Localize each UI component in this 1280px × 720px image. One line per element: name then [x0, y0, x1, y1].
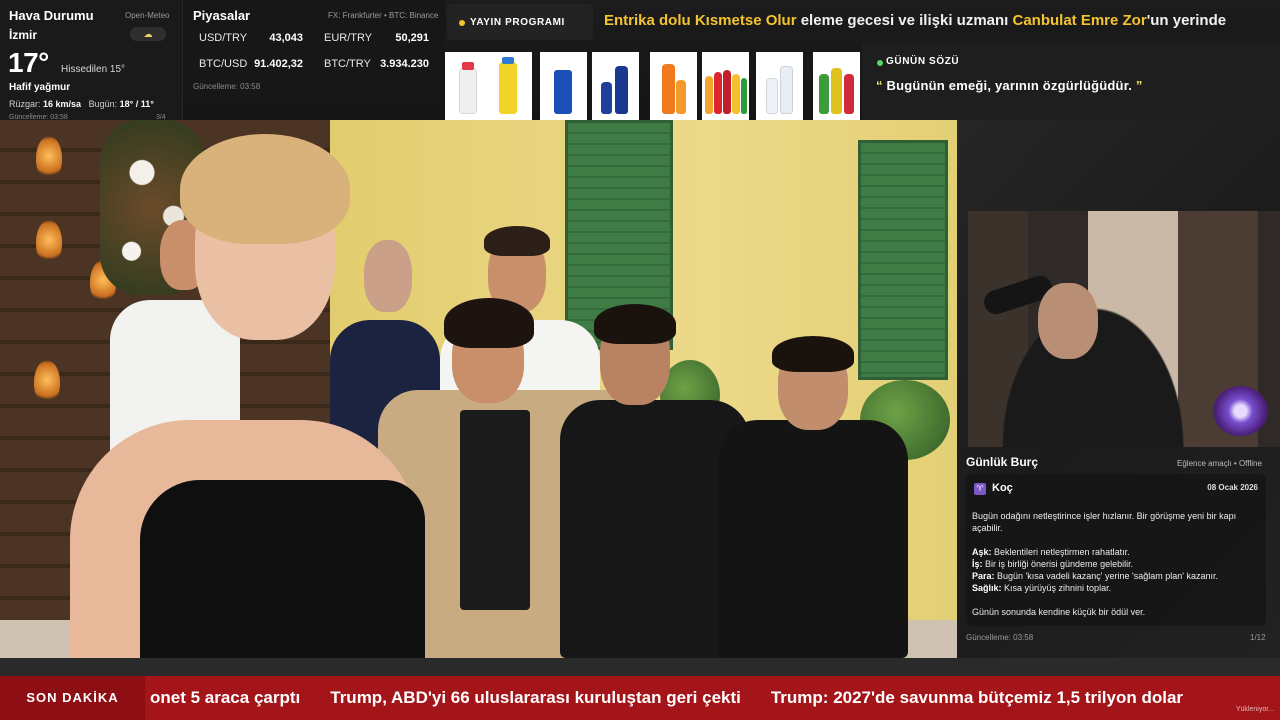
market-label-btcusd: BTC/USD — [199, 58, 248, 70]
top-info-bar: Hava Durumu Open-Meteo ☁ İzmir 17° Hisse… — [0, 0, 1280, 121]
wall-lamp — [36, 136, 62, 180]
horoscope-health: Sağlık: Kısa yürüyüş zihnini toplar. — [972, 583, 1112, 593]
soda-pack-product — [702, 52, 749, 120]
blue-can-product — [540, 52, 587, 120]
tv-broadcast-video — [0, 120, 957, 658]
quote-text: “ Bugünün emeği, yarının özgürlüğüdür. ” — [876, 78, 1143, 93]
headline-part-2: eleme gecesi ve ilişki uzmanı — [796, 12, 1013, 29]
lemon-drink-product — [485, 52, 532, 120]
headline-part-3: Canbulat Emre Zor — [1012, 12, 1147, 29]
horoscope-love: Aşk: Beklentileri netleştirmen rahatlatı… — [972, 547, 1130, 557]
separator-bar — [0, 658, 1280, 676]
rgb-light — [1213, 386, 1268, 436]
streamer-webcam — [968, 211, 1280, 447]
green-shutter — [858, 140, 948, 380]
ticker-item: Trump, ABD'yi 66 uluslararası kuruluştan… — [330, 688, 741, 707]
markets-source: FX: Frankfurter • BTC: Binance — [328, 11, 439, 20]
headline-ticker: Entrika dolu Kısmetse Olur eleme gecesi … — [604, 12, 1280, 34]
horoscope-money: Para: Bugün 'kısa vadeli kazanç' yerine … — [972, 571, 1219, 581]
weather-source: Open-Meteo — [125, 11, 170, 20]
weather-feels-like: Hissedilen 15° — [61, 64, 126, 75]
quote-open-mark: “ — [876, 78, 883, 93]
horoscope-mode: Eğlence amaçlı • Offline — [1177, 459, 1262, 468]
horoscope-work: İş: Bir iş birliği önerisi gündeme geleb… — [972, 559, 1134, 569]
weather-title: Hava Durumu — [9, 8, 94, 23]
horoscope-card: ♈ Koç 08 Ocak 2026 Bugün odağını netleşt… — [966, 474, 1266, 626]
headline-part-1: Entrika dolu Kısmetse Olur — [604, 12, 797, 29]
blue-bottles-product — [592, 52, 639, 120]
horoscope-intro: Bugün odağını netleştirince işler hızlan… — [972, 511, 1237, 533]
horoscope-date: 08 Ocak 2026 — [1207, 483, 1258, 492]
quote-close-mark: ” — [1135, 78, 1143, 93]
streamer-head — [1038, 283, 1098, 359]
quote-title: GÜNÜN SÖZÜ — [886, 56, 960, 67]
horoscope-page-indicator: 1/12 — [1250, 633, 1266, 642]
today-label: Bugün: — [88, 99, 118, 109]
market-label-btctry: BTC/TRY — [324, 58, 371, 70]
horoscope-body: Bugün odağını netleştirince işler hızlan… — [972, 510, 1260, 618]
market-value-usdtry: 43,043 — [269, 32, 303, 44]
schedule-label: YAYIN PROGRAMI — [470, 17, 565, 28]
horoscope-title: Günlük Burç — [966, 455, 1039, 469]
weather-temperature: 17° — [8, 47, 49, 78]
weather-condition: Hafif yağmur — [9, 82, 71, 93]
quote-body: Bugünün emeği, yarının özgürlüğüdür. — [882, 78, 1136, 93]
today-value: 18° / 11° — [119, 99, 154, 109]
ticker-text: onet 5 araca çarptı Trump, ABD'yi 66 ulus… — [150, 688, 1280, 710]
water-pack-product — [756, 52, 803, 120]
quote-of-the-day: GÜNÜN SÖZÜ “ Bugünün emeği, yarının özgü… — [862, 44, 1280, 120]
live-dot-icon — [877, 60, 883, 66]
breaking-news-label: SON DAKİKA — [0, 676, 145, 720]
broadcast-schedule-button[interactable]: YAYIN PROGRAMI — [447, 4, 593, 40]
horoscope-updated: Güncelleme: 03:58 — [966, 633, 1034, 642]
markets-title: Piyasalar — [193, 8, 251, 23]
wind-label: Rüzgar: — [9, 99, 41, 109]
stream-overlay: Hava Durumu Open-Meteo ☁ İzmir 17° Hisse… — [0, 0, 1280, 720]
sponsor-products-strip — [445, 52, 860, 120]
ticker-item: onet 5 araca çarptı — [150, 688, 301, 707]
market-value-eurtry: 50,291 — [395, 32, 429, 44]
market-value-btcusd: 91.402,32 — [254, 58, 303, 70]
markets-updated: Güncelleme: 03:58 — [193, 82, 261, 91]
wall-lamp — [36, 220, 62, 264]
cloud-rain-icon: ☁ — [130, 27, 166, 41]
market-label-eurtry: EUR/TRY — [324, 32, 373, 44]
market-label-usdtry: USD/TRY — [199, 32, 248, 44]
market-value-btctry: 3.934.230 — [380, 58, 429, 70]
aries-icon: ♈ — [974, 483, 986, 495]
ticker-loading: Yükleniyor... — [1235, 706, 1274, 713]
markets-widget: Piyasalar FX: Frankfurter • BTC: Binance… — [183, 0, 445, 98]
breaking-news-ticker: SON DAKİKA onet 5 araca çarptı Trump, ABD… — [0, 676, 1280, 720]
schedule-dot-icon — [459, 20, 465, 26]
horoscope-sign: Koç — [992, 482, 1013, 494]
horoscope-closing: Günün sonunda kendine küçük bir ödül ver… — [972, 607, 1146, 617]
wall-lamp — [34, 360, 60, 404]
wind-value: 16 km/sa — [43, 99, 82, 109]
weather-widget: Hava Durumu Open-Meteo ☁ İzmir 17° Hisse… — [0, 0, 183, 121]
green-bottles-product — [813, 52, 860, 120]
weather-city: İzmir — [9, 28, 38, 42]
orange-drink-product — [650, 52, 697, 120]
headline-part-4: 'un yerinde — [1146, 12, 1227, 29]
weather-wind-row: Rüzgar: 16 km/sa Bugün: 18° / 11° — [9, 99, 154, 109]
ticker-item: Trump: 2027'de savunma bütçemiz 1,5 tril… — [770, 688, 1184, 707]
